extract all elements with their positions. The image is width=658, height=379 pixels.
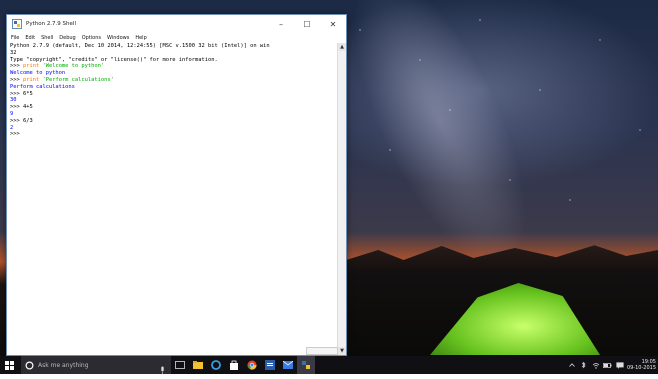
chevron-up-icon[interactable] — [567, 356, 577, 374]
notifications-icon[interactable] — [615, 356, 625, 374]
minimize-button[interactable]: – — [268, 15, 294, 33]
window-title: Python 2.7.9 Shell — [26, 21, 76, 27]
menu-file[interactable]: File — [11, 35, 19, 41]
cortana-circle-icon — [25, 360, 34, 370]
menu-windows[interactable]: Windows — [107, 35, 129, 41]
shell-prompt: >>> — [10, 117, 23, 124]
shell-text: 9 — [10, 110, 14, 117]
store-icon[interactable] — [225, 356, 243, 374]
maximize-button[interactable]: ☐ — [294, 15, 320, 33]
scroll-down-icon[interactable]: ▼ — [338, 347, 346, 355]
menu-help[interactable]: Help — [135, 35, 146, 41]
shell-line: 32 — [10, 50, 338, 57]
shell-text: Python 2.7.9 (default, Dec 10 2014, 12:2… — [10, 43, 270, 49]
shell-prompt: >>> — [10, 104, 23, 111]
shell-line: Welcome to python — [10, 70, 338, 77]
edge-browser-icon[interactable] — [207, 356, 225, 374]
windows-logo-icon — [4, 360, 14, 370]
shell-text: 'Welcome to python' — [42, 63, 105, 70]
scroll-up-icon[interactable]: ▲ — [338, 43, 346, 51]
cortana-search-box[interactable]: Ask me anything — [21, 356, 171, 375]
python-shell-window[interactable]: Python 2.7.9 Shell – ☐ ✕ File Edit Shell… — [6, 14, 347, 356]
bluetooth-icon[interactable] — [579, 356, 589, 374]
start-button[interactable] — [0, 356, 18, 374]
shell-line: >>> 6*5 — [10, 91, 338, 98]
menu-edit[interactable]: Edit — [25, 35, 35, 41]
chrome-icon[interactable] — [243, 356, 261, 374]
shell-text: 2 — [10, 124, 14, 131]
shell-line: >>> 4+5 — [10, 104, 338, 111]
file-explorer-icon[interactable] — [189, 356, 207, 374]
menu-shell[interactable]: Shell — [41, 35, 53, 41]
shell-line: Python 2.7.9 (default, Dec 10 2014, 12:2… — [10, 43, 338, 50]
shell-line: 2 — [10, 125, 338, 132]
shell-text: 'Perform calculations' — [42, 76, 114, 83]
python-icon — [12, 19, 22, 29]
shell-keyword: print — [22, 76, 43, 83]
shell-line: 9 — [10, 111, 338, 118]
shell-prompt: >>> — [10, 63, 23, 70]
clock-date: 09-10-2015 — [626, 365, 656, 371]
shell-line: >>> print 'Perform calculations' — [10, 77, 338, 84]
shell-prompt: >>> — [10, 131, 23, 138]
shell-text: 6/3 — [22, 117, 33, 124]
shell-text: Welcome to python — [10, 70, 66, 77]
word-icon[interactable] — [261, 356, 279, 374]
shell-line: Type "copyright", "credits" or "license(… — [10, 57, 338, 64]
menu-options[interactable]: Options — [82, 35, 101, 41]
shell-text: Type "copyright", "credits" or "license(… — [10, 56, 218, 63]
task-view-icon[interactable] — [171, 356, 189, 374]
shell-line: >>> print 'Welcome to python' — [10, 63, 338, 70]
shell-text: 4+5 — [22, 104, 33, 111]
search-placeholder: Ask me anything — [38, 361, 89, 369]
mail-icon[interactable] — [279, 356, 297, 374]
shell-line: 30 — [10, 97, 338, 104]
shell-text: 32 — [10, 49, 17, 56]
shell-text: Perform calculations — [10, 83, 75, 90]
vertical-scrollbar[interactable]: ▲ ▼ — [337, 43, 346, 355]
wifi-icon[interactable] — [591, 356, 601, 374]
menu-bar: File Edit Shell Debug Options Windows He… — [7, 33, 350, 43]
shell-keyword: print — [22, 63, 43, 70]
shell-line: >>> — [10, 131, 338, 138]
shell-line: >>> 6/3 — [10, 118, 338, 125]
system-tray: 19:05 09-10-2015 — [567, 356, 658, 374]
shell-text: 6*5 — [22, 90, 33, 97]
python-idle-taskbar-icon[interactable] — [297, 356, 315, 374]
clock[interactable]: 19:05 09-10-2015 — [627, 359, 656, 371]
close-button[interactable]: ✕ — [320, 15, 346, 33]
taskbar: Ask me anything 19:05 09-10-2015 — [0, 356, 658, 375]
menu-debug[interactable]: Debug — [59, 35, 75, 41]
title-bar[interactable]: Python 2.7.9 Shell – ☐ ✕ — [7, 15, 346, 33]
status-bar — [306, 347, 338, 355]
shell-text-area[interactable]: Python 2.7.9 (default, Dec 10 2014, 12:2… — [7, 43, 338, 355]
shell-text: 30 — [10, 97, 17, 104]
battery-icon[interactable] — [603, 356, 613, 374]
shell-line: Perform calculations — [10, 84, 338, 91]
shell-prompt: >>> — [10, 90, 23, 97]
microphone-icon[interactable] — [160, 360, 165, 379]
stars — [340, 0, 658, 245]
shell-prompt: >>> — [10, 76, 23, 83]
